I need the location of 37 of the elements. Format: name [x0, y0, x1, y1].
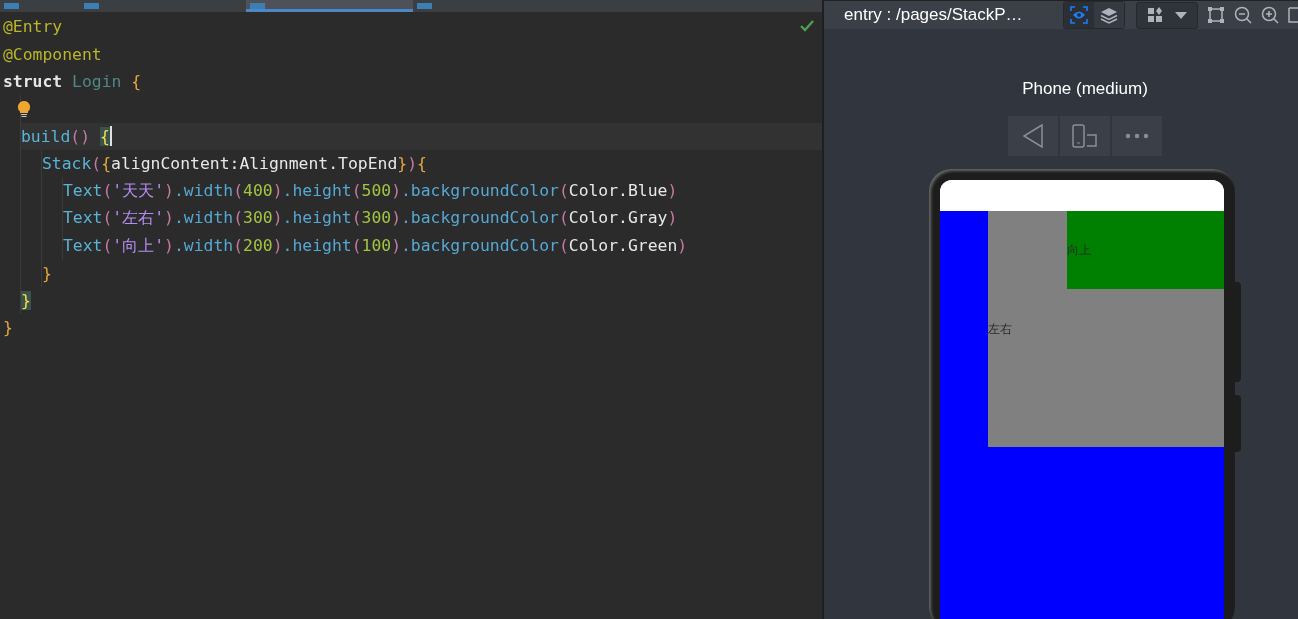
code-line: @Entry [3, 17, 63, 37]
more-button[interactable] [1112, 116, 1162, 156]
back-triangle-icon [1022, 124, 1044, 148]
code-line: Text('向上').width(200).height(100).backgroundColor(Color.Green) [63, 234, 688, 257]
code-line: Stack({alignContent:Alignment.TopEnd}){ [42, 154, 427, 174]
layers-toggle[interactable] [1094, 2, 1124, 28]
toolbar-icon[interactable] [1288, 6, 1298, 24]
page-path-title: entry : /pages/StackP… [844, 5, 1024, 25]
inspect-toggle[interactable] [1064, 2, 1094, 28]
rotate-device-icon [1072, 124, 1098, 148]
component-dropdown[interactable] [1136, 1, 1198, 29]
file-icon [4, 3, 19, 9]
code-line: Text('左右').width(300).height(300).backgroundColor(Color.Gray) [63, 207, 678, 230]
back-button[interactable] [1008, 116, 1058, 156]
grid-icon [1146, 7, 1163, 23]
component-label: 左右 [988, 320, 1012, 338]
zoom-out-icon[interactable] [1234, 6, 1252, 24]
file-icon [250, 3, 265, 9]
fit-icon[interactable] [1207, 6, 1225, 24]
layers-icon [1100, 6, 1118, 24]
device-name: Phone (medium) [1022, 79, 1148, 100]
rotate-button[interactable] [1060, 116, 1110, 156]
zoom-in-icon[interactable] [1261, 6, 1279, 24]
code-line: build() { [21, 126, 110, 146]
code-line: struct Login { [3, 71, 142, 91]
code-line: } [42, 263, 52, 283]
file-icon [417, 3, 432, 9]
caret-icon [1173, 10, 1188, 20]
eye-icon [1070, 6, 1088, 24]
component-label: 向上 [1067, 241, 1091, 259]
code-line: Text('天天').width(400).height(500).backgroundColor(Color.Blue) [63, 180, 678, 203]
code-line: @Component [3, 44, 102, 64]
code-line: } [3, 318, 13, 338]
lightbulb-icon[interactable] [17, 99, 31, 118]
more-icon [1125, 133, 1149, 139]
file-icon [84, 3, 99, 9]
editor-tab[interactable] [246, 0, 413, 12]
